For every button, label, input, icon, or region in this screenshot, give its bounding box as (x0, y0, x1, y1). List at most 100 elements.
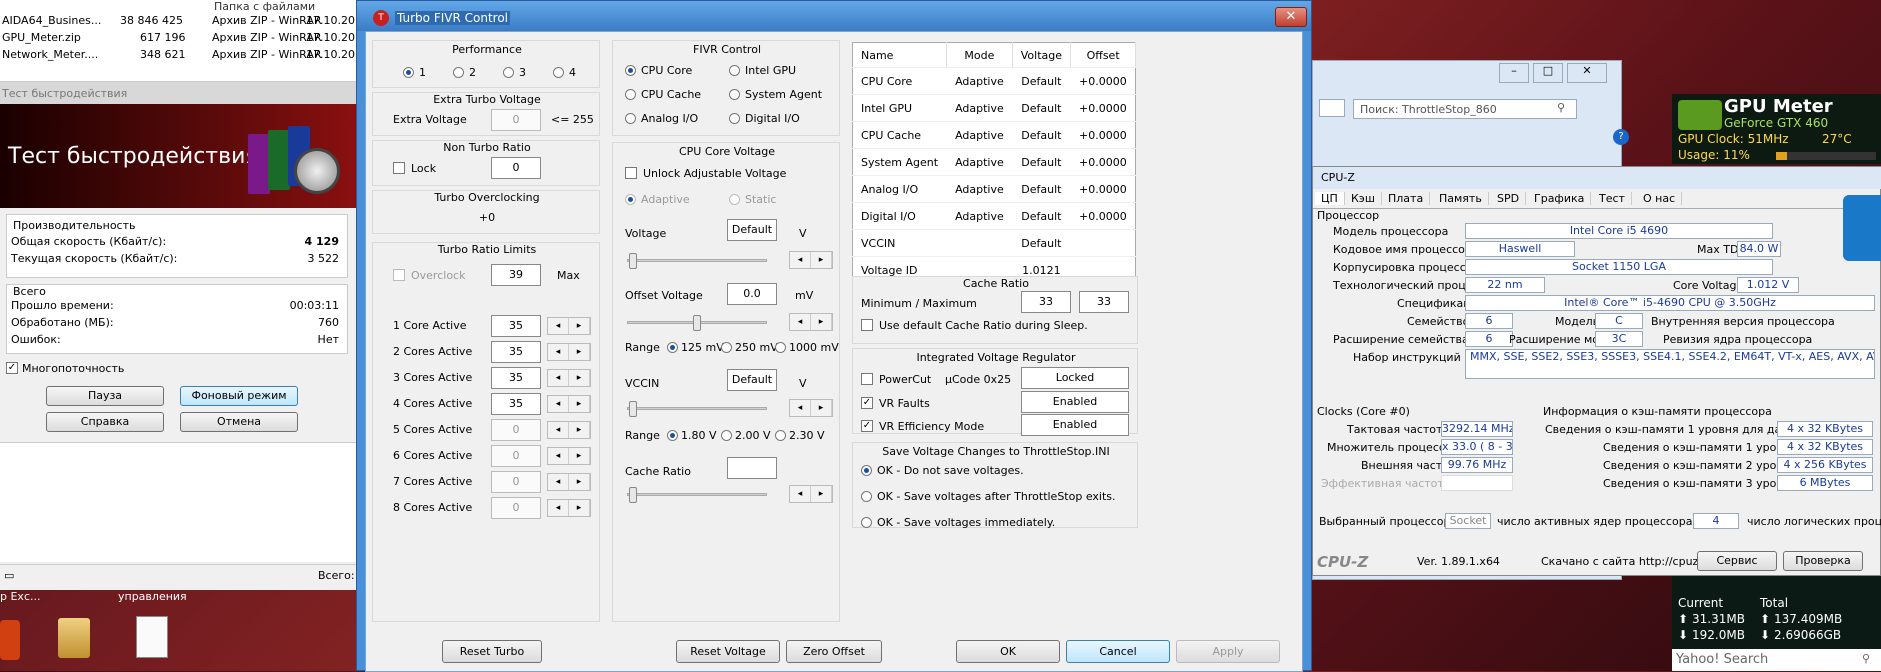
cpuz-tab[interactable]: О нас (1637, 192, 1683, 205)
cache-ratio-spinner[interactable]: ◂ ▸ (789, 485, 833, 503)
cpuz-tab[interactable]: Тест (1593, 192, 1632, 205)
vr-efficiency-checkbox[interactable]: ✓ (861, 420, 873, 432)
fivr-radio-analog-io[interactable] (625, 113, 636, 124)
fivr-radio-cpu-cache[interactable] (625, 89, 636, 100)
table-row[interactable]: Digital I/O Adaptive Default +0.0000 (852, 202, 1136, 230)
core-ratio-spinner[interactable]: ◂ ▸ (547, 343, 591, 361)
non-turbo-input[interactable]: 0 (491, 157, 541, 179)
perf-radio-3[interactable] (503, 67, 514, 78)
core-ratio-spinner[interactable]: ◂ ▸ (547, 421, 591, 439)
fivr-radio-cpu-core[interactable] (625, 65, 636, 76)
table-row[interactable]: Intel GPU Adaptive Default +0.0000 (852, 94, 1136, 122)
static-radio[interactable] (729, 194, 740, 205)
core-ratio-input[interactable]: 35 (491, 315, 541, 337)
powercut-checkbox[interactable] (861, 373, 873, 385)
extra-voltage-input[interactable]: 0 (491, 109, 541, 131)
range-180-radio[interactable] (667, 430, 678, 441)
offset-spinner[interactable]: ◂ ▸ (789, 313, 833, 331)
minimize-icon[interactable]: – (1499, 63, 1529, 83)
core-ratio-spinner[interactable]: ◂ ▸ (547, 395, 591, 413)
fivr-titlebar[interactable]: T Turbo FIVR Control ✕ (357, 1, 1311, 31)
table-row[interactable]: CPU Core Adaptive Default +0.0000 (852, 67, 1136, 95)
multithread-checkbox[interactable]: ✓ (6, 362, 18, 374)
voltage-slider[interactable] (627, 259, 767, 262)
help-icon[interactable]: ? (1613, 129, 1629, 145)
help-button[interactable]: Справка (46, 412, 164, 432)
core-ratio-input[interactable]: 35 (491, 367, 541, 389)
column-header[interactable]: Папка с файлами (0, 0, 356, 13)
voltage-spinner[interactable]: ◂ ▸ (789, 251, 833, 269)
search-input[interactable]: Поиск: ThrottleStop_860 (1353, 99, 1577, 119)
fivr-radio-digital-io[interactable] (729, 113, 740, 124)
core-ratio-input[interactable]: 0 (491, 471, 541, 493)
zero-offset-button[interactable]: Zero Offset (786, 640, 882, 663)
cpuz-tab[interactable]: SPD (1491, 192, 1527, 205)
overclock-checkbox[interactable] (393, 269, 405, 281)
perf-radio-1[interactable] (403, 67, 414, 78)
cpuz-tab[interactable]: Кэш (1345, 192, 1382, 205)
search-icon[interactable]: ⚲ (1557, 101, 1565, 114)
search-icon[interactable]: ⚲ (1862, 652, 1870, 665)
save-radio-no[interactable] (861, 465, 872, 476)
header-voltage[interactable]: Voltage (1012, 42, 1072, 68)
range-250-radio[interactable] (721, 342, 732, 353)
cpuz-tab[interactable]: ЦП (1315, 192, 1345, 205)
cancel-bench-button[interactable]: Отмена (180, 412, 298, 432)
vr-faults-checkbox[interactable]: ✓ (861, 397, 873, 409)
background-mode-button[interactable]: Фоновый режим (180, 386, 298, 406)
save-radio-now[interactable] (861, 517, 872, 528)
cache-max-input[interactable]: 33 (1079, 291, 1129, 313)
overclock-input[interactable]: 39 (491, 264, 541, 286)
core-ratio-input[interactable]: 0 (491, 497, 541, 519)
cache-ratio-input[interactable] (727, 457, 777, 479)
maximize-icon[interactable]: □ (1533, 63, 1563, 83)
offset-voltage-input[interactable]: 0.0 (727, 283, 777, 305)
file-row[interactable]: Network_Meter.... 348 621 Архив ZIP - Wi… (0, 46, 369, 63)
cpuz-tab[interactable]: Память (1433, 192, 1489, 205)
voltage-input[interactable]: Default (727, 219, 777, 241)
vccin-input[interactable]: Default (727, 369, 777, 391)
cache-min-input[interactable]: 33 (1021, 291, 1071, 313)
core-ratio-spinner[interactable]: ◂ ▸ (547, 317, 591, 335)
vccin-slider-thumb[interactable] (629, 401, 637, 417)
service-button[interactable]: Сервис (1697, 551, 1777, 571)
refresh-icon[interactable] (1319, 99, 1345, 117)
file-row[interactable]: AIDA64_Busines... 38 846 425 Архив ZIP -… (0, 12, 369, 29)
range-200-radio[interactable] (721, 430, 732, 441)
processor-select[interactable]: Socket (1445, 513, 1491, 529)
table-row[interactable]: System Agent Adaptive Default +0.0000 (852, 148, 1136, 176)
cancel-button[interactable]: Cancel (1066, 640, 1170, 663)
reset-voltage-button[interactable]: Reset Voltage (676, 640, 780, 663)
file-row[interactable]: GPU_Meter.zip 617 196 Архив ZIP - WinRAR… (0, 29, 369, 46)
fivr-radio-intel-gpu[interactable] (729, 65, 740, 76)
pause-button[interactable]: Пауза (46, 386, 164, 406)
reset-turbo-button[interactable]: Reset Turbo (442, 640, 542, 663)
save-radio-exit[interactable] (861, 491, 872, 502)
core-ratio-spinner[interactable]: ◂ ▸ (547, 499, 591, 517)
apply-button[interactable]: Apply (1176, 640, 1280, 663)
header-name[interactable]: Name (852, 42, 948, 68)
ok-button[interactable]: OK (956, 640, 1060, 663)
header-mode[interactable]: Mode (946, 42, 1013, 68)
core-ratio-input[interactable]: 0 (491, 419, 541, 441)
cpuz-tab[interactable]: Графика (1528, 192, 1592, 205)
fivr-radio-system-agent[interactable] (729, 89, 740, 100)
check-button[interactable]: Проверка (1783, 551, 1863, 571)
document-icon[interactable] (136, 616, 168, 658)
range-1000-radio[interactable] (775, 342, 786, 353)
table-row[interactable]: VCCIN Default (852, 229, 1136, 257)
perf-radio-4[interactable] (553, 67, 564, 78)
table-row[interactable]: Analog I/O Adaptive Default +0.0000 (852, 175, 1136, 203)
close-icon[interactable]: ✕ (1567, 63, 1607, 83)
yahoo-search-input[interactable]: Yahoo! Search (1672, 649, 1881, 671)
range-230-radio[interactable] (775, 430, 786, 441)
vccin-spinner[interactable]: ◂ ▸ (789, 399, 833, 417)
lock-checkbox[interactable] (393, 162, 405, 174)
app-icon[interactable] (0, 620, 20, 660)
unlock-checkbox[interactable] (625, 167, 637, 179)
core-ratio-input[interactable]: 0 (491, 445, 541, 467)
cpuz-titlebar[interactable]: CPU-Z (1313, 167, 1881, 189)
voltage-slider-thumb[interactable] (629, 253, 637, 269)
close-icon[interactable]: ✕ (1275, 7, 1307, 27)
adaptive-radio[interactable] (625, 194, 636, 205)
